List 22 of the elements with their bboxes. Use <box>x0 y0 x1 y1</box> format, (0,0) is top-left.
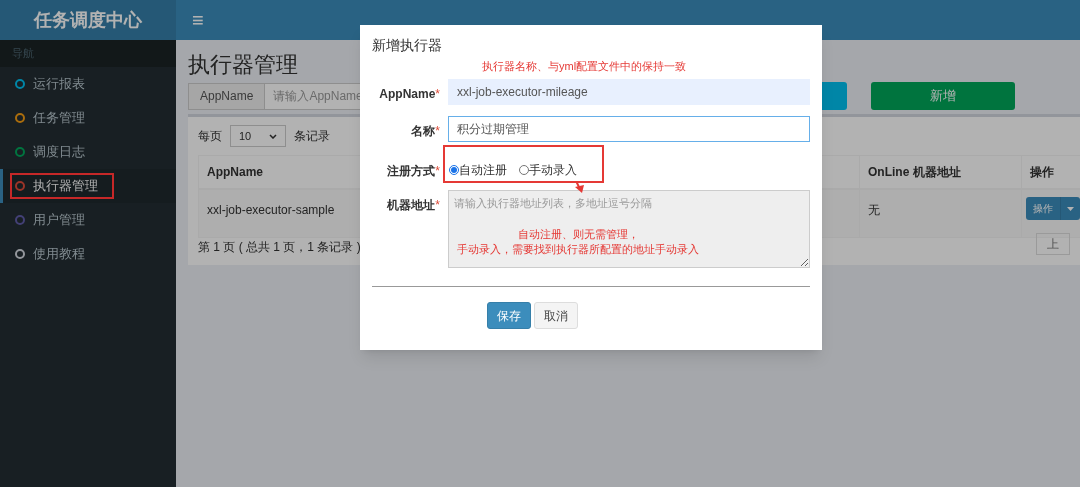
table-cell: xxl-job-executor-sample <box>207 203 335 217</box>
table-cell: 无 <box>868 203 880 217</box>
annotation-text: 手动录入，需要找到执行器所配置的地址手动录入 <box>457 242 699 257</box>
column-header: 操作 <box>1030 164 1054 181</box>
page-size-label: 条记录 <box>294 128 330 145</box>
pagination-info: 第 1 页 ( 总共 1 页，1 条记录 ) <box>198 239 361 256</box>
annotation-text: 执行器名称、与yml配置文件中的保持一致 <box>482 59 687 74</box>
column-header: OnLine 机器地址 <box>868 164 961 181</box>
required-mark: * <box>435 124 440 138</box>
annotation-text: 自动注册、则无需管理， <box>517 227 639 242</box>
modal-title: 新增执行器 <box>372 35 442 55</box>
field-label: 名称 <box>411 124 436 138</box>
page-title: 执行器管理 <box>188 52 298 77</box>
page-size-label: 每页 <box>198 128 222 145</box>
required-mark: * <box>435 87 440 101</box>
field-label: 机器地址 <box>387 198 436 212</box>
field-label: AppName <box>189 83 266 109</box>
field-label: 注册方式 <box>387 164 436 178</box>
required-mark: * <box>435 164 440 178</box>
field-label: AppName <box>379 87 436 101</box>
required-mark: * <box>435 198 440 212</box>
column-header: AppName <box>207 164 263 181</box>
